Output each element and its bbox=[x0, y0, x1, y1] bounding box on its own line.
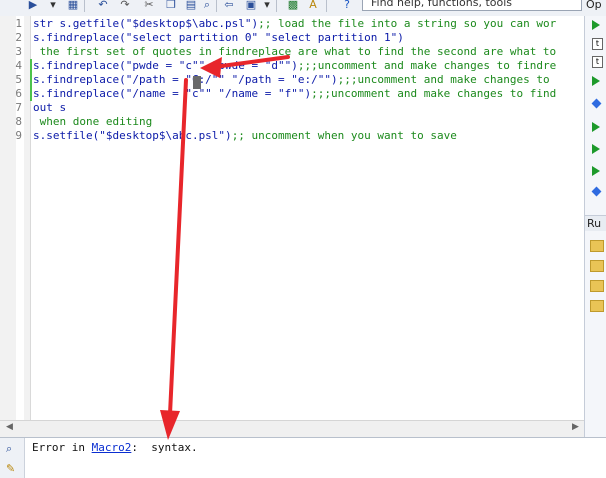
folder-icon[interactable] bbox=[590, 240, 604, 252]
error-prefix: Error in bbox=[32, 441, 92, 454]
line-number: 8 bbox=[15, 115, 22, 128]
text-item-icon[interactable]: t bbox=[592, 56, 603, 68]
text-item-icon[interactable]: t bbox=[592, 38, 603, 50]
toolbar-separator bbox=[276, 0, 277, 12]
text-icon[interactable]: A bbox=[306, 0, 320, 12]
run-item-icon[interactable] bbox=[592, 122, 602, 132]
folder-icon[interactable] bbox=[590, 280, 604, 292]
help-search-input[interactable]: Find help, functions, tools bbox=[362, 0, 582, 11]
line-code: s.findreplace("pwde = "c"" "pwde = "d"")… bbox=[33, 59, 556, 73]
calendar-icon[interactable]: ▦ bbox=[66, 0, 80, 12]
run-item-icon[interactable] bbox=[592, 76, 602, 86]
line-number: 2 bbox=[15, 31, 22, 44]
scroll-left-icon[interactable]: ◀ bbox=[6, 422, 13, 432]
run-icon[interactable]: ▶ bbox=[26, 0, 40, 12]
error-suffix: : syntax. bbox=[131, 441, 198, 454]
code-comment: ;;;uncomment and make changes to find bbox=[311, 87, 557, 100]
macro-icon[interactable]: ▩ bbox=[286, 0, 300, 12]
code-editor[interactable]: 1 str s.getfile("$desktop$\abc.psl");; lo… bbox=[0, 16, 584, 420]
code-comment: ;;;uncomment and make changes to findre bbox=[297, 59, 557, 72]
line-number: 1 bbox=[15, 17, 22, 30]
code-comment: ;;;uncomment and make changes to bbox=[337, 73, 550, 86]
line-number: 6 bbox=[15, 87, 22, 100]
paste-icon[interactable]: ▤ bbox=[184, 0, 198, 12]
line-code: s.setfile("$desktop$\abc.psl");; uncomme… bbox=[33, 129, 457, 143]
line-code: s.findreplace("/name = "c"" "/name = "f"… bbox=[33, 87, 556, 101]
run-item-icon[interactable] bbox=[592, 20, 602, 30]
options-tab[interactable]: Op bbox=[584, 0, 606, 14]
run-section-header[interactable]: Ru bbox=[585, 215, 606, 231]
code-text: s.setfile("$desktop$\abc.psl") bbox=[33, 129, 232, 142]
find-output-icon[interactable]: ⌕ bbox=[6, 442, 12, 456]
edit-output-icon[interactable]: ✎ bbox=[6, 462, 15, 475]
text-cursor-highlight bbox=[193, 76, 201, 89]
code-comment: ;; load the file into a string so you ca… bbox=[258, 17, 557, 30]
redo-icon[interactable]: ↷ bbox=[118, 0, 132, 12]
changed-line-marker bbox=[30, 87, 32, 101]
code-text: out s bbox=[33, 101, 67, 114]
folder-icon[interactable] bbox=[590, 260, 604, 272]
line-code: str s.getfile("$desktop$\abc.psl");; loa… bbox=[33, 17, 556, 31]
toolbar-separator bbox=[84, 0, 85, 12]
line-code: out s bbox=[33, 101, 66, 115]
run-dropdown-icon[interactable]: ▾ bbox=[46, 0, 60, 12]
code-comment: the first set of quotes in findreplace a… bbox=[33, 45, 557, 58]
line-code: the first set of quotes in findreplace a… bbox=[33, 45, 557, 59]
line-code: s.findreplace("select partition 0" "sele… bbox=[33, 31, 404, 45]
macro-link[interactable]: Macro2 bbox=[92, 441, 132, 454]
toolbar-separator bbox=[326, 0, 327, 12]
toolbar: ▶ ▾ ▦ ↶ ↷ ✂ ❐ ▤ ⌕ ⇦ ▣ ▾ ▩ A ? Find help,… bbox=[0, 0, 606, 17]
line-number: 9 bbox=[15, 129, 22, 142]
right-panel: t t Ru bbox=[584, 16, 606, 437]
window-dropdown-icon[interactable]: ▾ bbox=[260, 0, 274, 12]
error-message: Error in Macro2: syntax. bbox=[32, 441, 198, 454]
code-comment: ;; uncomment when you want to save bbox=[231, 129, 457, 142]
code-comment: when done editing bbox=[33, 115, 153, 128]
output-pane: ⌕ ✎ Error in Macro2: syntax. bbox=[0, 437, 606, 478]
help-icon[interactable]: ? bbox=[340, 0, 354, 12]
horizontal-scrollbar[interactable]: ◀ ▶ bbox=[0, 420, 584, 438]
changed-line-marker bbox=[30, 73, 32, 87]
window-icon[interactable]: ▣ bbox=[244, 0, 258, 12]
changed-line-marker bbox=[30, 59, 32, 73]
code-text: s.findreplace("select partition 0" "sele… bbox=[33, 31, 404, 44]
cut-icon[interactable]: ✂ bbox=[142, 0, 156, 12]
undo-icon[interactable]: ↶ bbox=[96, 0, 110, 12]
line-number: 5 bbox=[15, 73, 22, 86]
line-code: s.findreplace("/path = "C:/"" "/path = "… bbox=[33, 73, 550, 87]
diamond-item-icon[interactable] bbox=[591, 98, 602, 109]
run-item-icon[interactable] bbox=[592, 166, 602, 176]
code-text: s.findreplace("/path = "C:/"" "/path = "… bbox=[33, 73, 338, 86]
folder-icon[interactable] bbox=[590, 300, 604, 312]
line-number: 3 bbox=[15, 45, 22, 58]
code-text: str s.getfile("$desktop$\abc.psl") bbox=[33, 17, 259, 30]
line-number: 4 bbox=[15, 59, 22, 72]
toolbar-separator bbox=[216, 0, 217, 12]
scroll-right-icon[interactable]: ▶ bbox=[572, 422, 579, 432]
code-text: s.findreplace("/name = "c"" "/name = "f"… bbox=[33, 87, 312, 100]
output-toolbar: ⌕ ✎ bbox=[0, 438, 25, 478]
run-item-icon[interactable] bbox=[592, 144, 602, 154]
code-text: s.findreplace("pwde = "c"" "pwde = "d"") bbox=[33, 59, 298, 72]
back-icon[interactable]: ⇦ bbox=[222, 0, 236, 12]
line-number: 7 bbox=[15, 101, 22, 114]
diamond-item-icon[interactable] bbox=[591, 186, 602, 197]
find-icon[interactable]: ⌕ bbox=[200, 0, 214, 12]
line-code: when done editing bbox=[33, 115, 153, 129]
copy-icon[interactable]: ❐ bbox=[164, 0, 178, 12]
